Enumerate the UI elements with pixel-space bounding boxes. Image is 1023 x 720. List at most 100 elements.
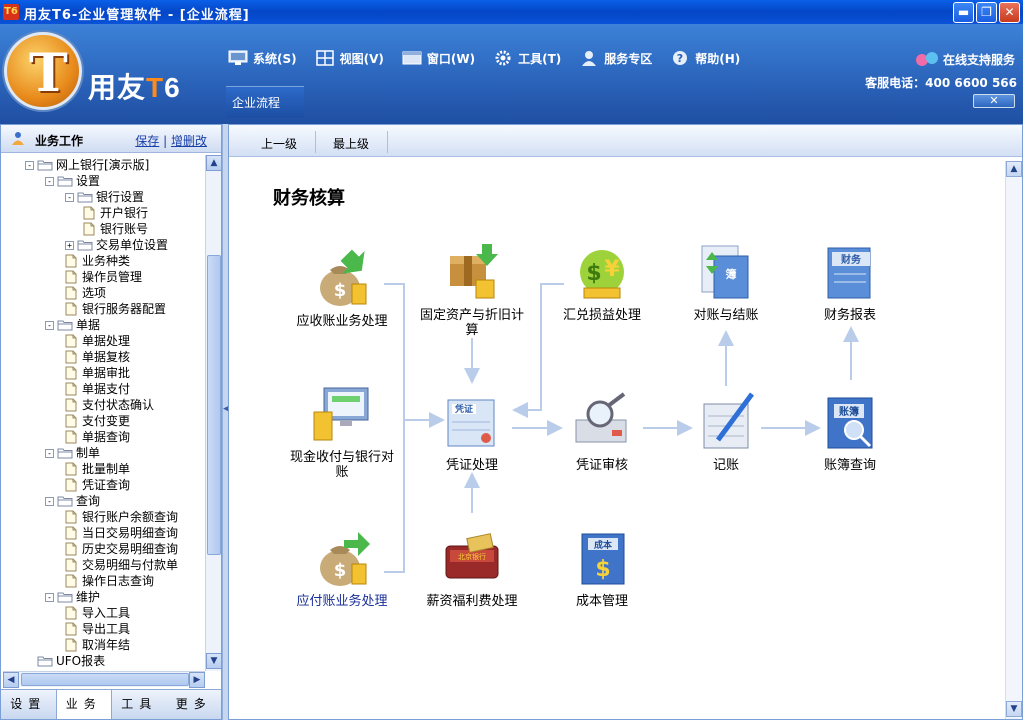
flow-node-acq[interactable]: 账簿 账簿查询 [785, 390, 915, 473]
tree-item[interactable]: - 银行设置 [65, 189, 144, 205]
money-bag-in-icon[interactable]: $ [310, 246, 374, 310]
up-level-button[interactable]: 上一级 [261, 135, 297, 152]
scroll-thumb[interactable] [207, 255, 221, 555]
flow-node-pay[interactable]: 北京银行 薪资福利费处理 [407, 526, 537, 609]
collapse-icon[interactable]: - [45, 496, 54, 506]
tree-item[interactable]: 支付状态确认 [65, 397, 154, 413]
tree-item[interactable]: 单据审批 [65, 365, 130, 381]
bottom-tab-business[interactable]: 业务 [55, 690, 112, 719]
scroll-down-arrow[interactable]: ▼ [206, 653, 222, 669]
flow-node-cost[interactable]: 成本 $ 成本管理 [537, 526, 667, 609]
menu-view[interactable]: 视图(V) [315, 50, 384, 67]
collapse-icon[interactable]: - [45, 592, 54, 602]
tab-enterprise-flow[interactable]: 企业流程 [226, 86, 304, 118]
collapse-icon[interactable]: - [45, 448, 54, 458]
scroll-right-arrow[interactable]: ▶ [189, 672, 205, 688]
tree-item[interactable]: - 维护 [45, 589, 100, 605]
menu-window[interactable]: 窗口(W) [402, 50, 475, 67]
expand-icon[interactable]: + [65, 240, 74, 250]
main-vertical-scrollbar[interactable]: ▲ ▼ [1005, 161, 1022, 719]
scroll-thumb[interactable] [21, 673, 189, 686]
report-book-icon[interactable]: 财务 [818, 240, 882, 304]
tree-item[interactable]: - 查询 [45, 493, 100, 509]
online-support-link[interactable]: 在线支持服务 [915, 50, 1015, 68]
window-icon [402, 51, 422, 65]
tree-item[interactable]: 取消年结 [65, 637, 130, 653]
collapse-icon[interactable]: - [25, 160, 34, 170]
tree-item[interactable]: 导入工具 [65, 605, 130, 621]
flow-node-cash[interactable]: 现金收付与银行对账 [277, 382, 407, 480]
money-bag-out-icon[interactable]: $ [310, 526, 374, 590]
bottom-tab-tools[interactable]: 工具 [112, 690, 167, 719]
document-icon [65, 398, 77, 412]
pen-ledger-icon[interactable] [694, 390, 758, 454]
scroll-down-arrow[interactable]: ▼ [1006, 701, 1022, 717]
collapse-icon[interactable]: - [45, 320, 54, 330]
tree-item[interactable]: 操作日志查询 [65, 573, 154, 589]
menu-tools[interactable]: 工具(T) [493, 50, 561, 67]
currency-exchange-icon[interactable]: $ ¥ [570, 240, 634, 304]
edit-link[interactable]: 增删改 [171, 134, 207, 148]
wallet-card-icon[interactable]: 北京银行 [440, 526, 504, 590]
menu-system[interactable]: 系统(S) [228, 50, 297, 67]
collapse-icon[interactable]: - [65, 192, 74, 202]
flow-node-ar[interactable]: $ 应收账业务处理 [277, 246, 407, 329]
tree-item[interactable]: 单据处理 [65, 333, 130, 349]
flow-node-fa[interactable]: 固定资产与折旧计算 [407, 240, 537, 338]
bottom-tab-more[interactable]: 更多 [167, 690, 222, 719]
tree-item[interactable]: 开户银行 [83, 205, 148, 221]
sidebar-horizontal-scrollbar[interactable]: ◀ ▶ [3, 671, 205, 688]
computer-coins-icon[interactable] [310, 382, 374, 446]
magnifier-document-icon[interactable] [570, 390, 634, 454]
tree-item[interactable]: 银行账户余额查询 [65, 509, 178, 525]
scroll-left-arrow[interactable]: ◀ [3, 672, 19, 688]
tree-item[interactable]: 操作员管理 [65, 269, 142, 285]
tree-item[interactable]: 导出工具 [65, 621, 130, 637]
ledger-book-icon[interactable]: 簿 [694, 240, 758, 304]
flow-node-fr[interactable]: 财务 财务报表 [785, 240, 915, 323]
bottom-tab-settings[interactable]: 设置 [1, 690, 56, 719]
sidebar-vertical-scrollbar[interactable]: ▲ ▼ [205, 155, 222, 671]
flow-node-label: 应收账业务处理 [296, 314, 388, 329]
tree-item[interactable]: - 制单 [45, 445, 100, 461]
flow-node-ap[interactable]: $ 应付账业务处理 [277, 526, 407, 609]
flow-node-fx[interactable]: $ ¥ 汇兑损益处理 [537, 240, 667, 323]
tree-item[interactable]: 单据支付 [65, 381, 130, 397]
scroll-up-arrow[interactable]: ▲ [1006, 161, 1022, 177]
tree-item[interactable]: 凭证查询 [65, 477, 130, 493]
tree-item[interactable]: 选项 [65, 285, 106, 301]
minimize-button[interactable]: ▬ [953, 2, 974, 23]
restore-button[interactable]: ❐ [976, 2, 997, 23]
tree-item[interactable]: 单据复核 [65, 349, 130, 365]
tree-item[interactable]: 支付变更 [65, 413, 130, 429]
tree-item[interactable]: - 网上银行[演示版] [25, 157, 149, 173]
tree-item[interactable]: 当日交易明细查询 [65, 525, 178, 541]
tree-item[interactable]: 交易明细与付款单 [65, 557, 178, 573]
tree-item[interactable]: 批量制单 [65, 461, 130, 477]
tree-item[interactable]: + 交易单位设置 [65, 237, 168, 253]
voucher-icon[interactable]: 凭证 [440, 390, 504, 454]
tree-item[interactable]: 银行账号 [83, 221, 148, 237]
document-icon [65, 574, 77, 588]
flow-node-rec[interactable]: 簿对账与结账 [661, 240, 791, 323]
tree-item[interactable]: - 设置 [45, 173, 100, 189]
save-link[interactable]: 保存 [135, 134, 159, 148]
book-search-icon[interactable]: 账簿 [818, 390, 882, 454]
flow-node-vou[interactable]: 凭证 凭证处理 [407, 390, 537, 473]
menu-service[interactable]: 服务专区 [579, 50, 652, 67]
flow-node-post[interactable]: 记账 [661, 390, 791, 473]
menu-help[interactable]: ? 帮助(H) [670, 50, 740, 67]
collapse-icon[interactable]: - [45, 176, 54, 186]
scroll-up-arrow[interactable]: ▲ [206, 155, 222, 171]
tree-item[interactable]: 银行服务器配置 [65, 301, 166, 317]
tree-item[interactable]: UFO报表 [25, 653, 105, 669]
tree-item[interactable]: - 单据 [45, 317, 100, 333]
tree-item[interactable]: 历史交易明细查询 [65, 541, 178, 557]
cost-book-icon[interactable]: 成本 $ [570, 526, 634, 590]
box-coins-icon[interactable] [440, 240, 504, 304]
top-level-button[interactable]: 最上级 [333, 135, 369, 152]
tree-item[interactable]: 单据查询 [65, 429, 130, 445]
flow-node-aud[interactable]: 凭证审核 [537, 390, 667, 473]
close-button[interactable]: ✕ [999, 2, 1020, 23]
tree-item[interactable]: 业务种类 [65, 253, 130, 269]
